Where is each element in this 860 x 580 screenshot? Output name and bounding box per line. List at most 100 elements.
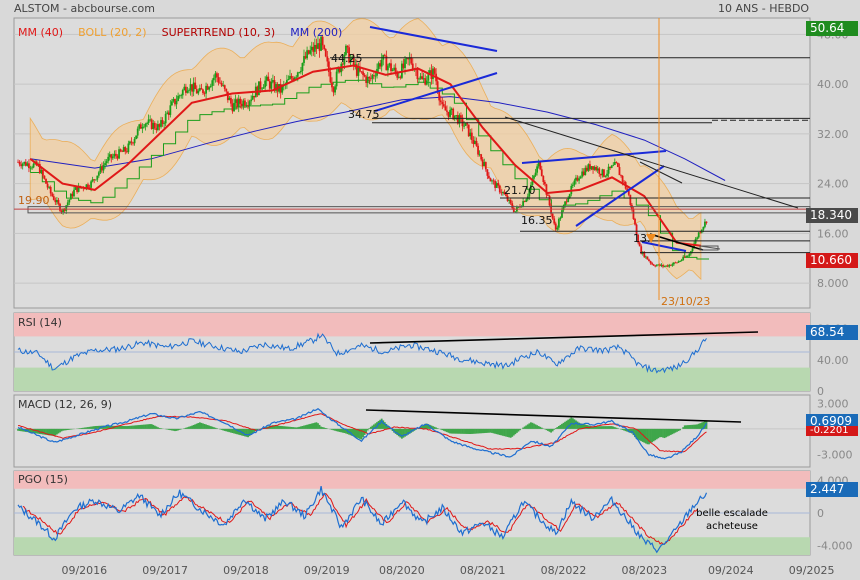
candle-body [472,139,475,144]
candle-body [623,181,626,183]
candle-body [245,105,248,106]
candle-body [244,100,246,106]
candle-body [704,221,706,227]
macd-histogram-bar [216,428,218,429]
macd-histogram-bar [615,427,618,429]
macd-histogram-bar [68,428,71,430]
rsi-y-tick: 40.00 [817,354,849,367]
candle-body [663,266,666,268]
macd-histogram-bar [303,425,305,429]
candle-body [442,104,445,107]
candle-body [192,82,195,92]
macd-histogram-bar [512,428,515,436]
macd-histogram-bar [700,422,703,429]
candle-body [29,167,32,169]
candle-body [233,102,235,112]
macd-histogram-bar [306,424,308,429]
candle-body [335,71,338,87]
chart-canvas: 44.2534.7521.7016.3513.19.9023/10/23 48.… [13,17,852,577]
macd-histogram-bar [69,428,72,430]
candle-body [125,151,128,153]
candle-body [439,100,442,103]
candle-body [127,143,130,153]
macd-histogram-bar [489,428,492,433]
macd-histogram-bar [511,428,514,437]
candle-body [536,166,539,173]
candle-body [161,120,164,124]
macd-histogram-bar [129,425,131,429]
candle-body [74,187,77,190]
macd-histogram-bar [402,428,405,438]
macd-histogram-bar [211,426,214,429]
candle-body [48,186,51,188]
candle-body [122,147,125,152]
candle-body [464,123,467,126]
candle-body [124,147,127,152]
candle-body [450,108,453,111]
candle-body [313,44,316,52]
macd-histogram-bar [40,428,43,435]
candle-body [702,226,705,230]
macd-histogram-bar [502,428,504,436]
macd-histogram-bar [152,424,155,429]
candle-body [603,169,605,177]
candle-body [105,161,108,164]
candle-body [220,83,223,86]
candle-body [514,211,517,213]
macd-histogram-bar [209,426,212,429]
macd-histogram-bar [517,428,520,432]
macd-histogram-bar [368,428,371,429]
candle-body [357,66,360,76]
price-legend: MM (40) BOLL (20, 2) SUPERTREND (10, 3) … [18,21,352,40]
candle-body [195,89,198,94]
macd-histogram-bar [677,428,680,432]
candle-body [682,256,685,260]
macd-histogram-bar [310,423,313,429]
macd-histogram-bar [436,428,439,429]
candle-body [488,175,490,179]
candle-body [371,75,374,79]
macd-histogram-bar [400,428,403,439]
macd-histogram-bar [688,425,691,429]
macd-histogram-bar [640,428,643,442]
macd-histogram-bar [289,426,291,429]
macd-histogram-bar [160,428,162,429]
candle-body [449,110,451,117]
candle-body [595,166,598,171]
candle-body [138,124,141,129]
candle-body [222,85,225,86]
candle-body [581,171,584,177]
macd-histogram-bar [556,427,559,429]
macd-histogram-bar [691,424,694,429]
macd-histogram-bar [334,428,336,431]
candle-body [433,68,436,74]
macd-histogram-bar [55,428,58,435]
candle-body [59,203,61,211]
macd-histogram-bar [362,428,364,438]
macd-histogram-bar [214,427,217,429]
candle-body [290,75,293,79]
macd-histogram-bar [127,425,130,429]
candle-body [287,79,290,81]
candle-body [575,177,577,181]
x-tick-label: 09/2019 [304,564,350,577]
candle-body [609,166,612,168]
macd-histogram-bar [604,426,607,429]
candle-body [368,76,371,79]
candle-body [69,193,72,200]
macd-histogram-bar [607,426,610,429]
level-label-21-70: 21.70 [504,184,536,197]
macd-histogram-bar [644,428,647,444]
macd-histogram-bar [523,426,526,429]
candle-body [379,63,382,67]
candle-body [49,186,52,194]
candle-body [469,132,472,137]
candle-body [247,105,249,106]
macd-histogram-bar [533,423,535,429]
macd-histogram-bar [526,424,529,429]
candle-body [66,202,69,206]
candle-body [705,221,708,223]
candle-body [590,166,593,170]
macd-histogram-bar [195,423,198,429]
candle-body [407,58,410,60]
